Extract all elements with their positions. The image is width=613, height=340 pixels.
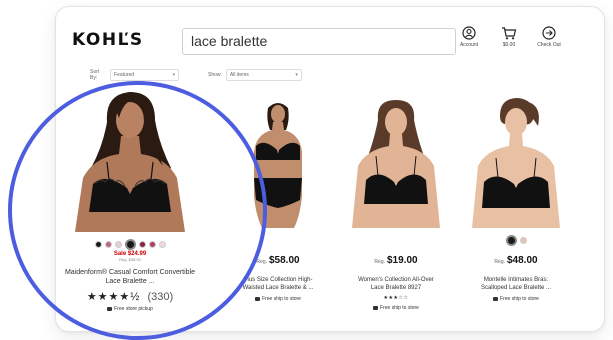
swatch-selected[interactable] <box>505 234 517 246</box>
pickup-text: Free store pickup <box>114 306 153 312</box>
show-label: Show: <box>208 72 222 78</box>
product-rating[interactable]: ★★★★½ (330) <box>55 290 205 303</box>
store-icon <box>373 305 379 310</box>
check-out-label: Check Out <box>537 42 561 48</box>
check-out-button[interactable]: Check Out <box>532 26 566 48</box>
price: $58.00 <box>268 255 300 266</box>
sort-filter: Sort By: Featured ▾ <box>90 68 180 82</box>
check-out-icon <box>542 26 556 40</box>
product-image[interactable] <box>466 96 566 228</box>
rating-stars: ★★★☆☆ <box>383 295 409 301</box>
swatch-5[interactable] <box>138 240 146 248</box>
price-prefix: Reg. <box>256 259 267 265</box>
rating-count: (330) <box>147 291 174 303</box>
price: $48.00 <box>506 255 538 266</box>
kohls-logo[interactable]: KOHĽS <box>72 30 144 50</box>
product-name[interactable]: Women's Collection All-Over Lace Bralett… <box>346 276 446 292</box>
price-row: Reg. $58.00 <box>228 250 328 268</box>
swatch-1[interactable] <box>94 240 102 248</box>
search-input[interactable]: lace bralette <box>182 28 456 55</box>
swatch-2[interactable] <box>104 240 112 248</box>
product-name[interactable]: Plus Size Collection High-Waisted Lace B… <box>228 276 328 292</box>
pickup-text: Free ship to store <box>380 305 419 311</box>
account-button[interactable]: Account <box>452 26 486 48</box>
product-card-featured[interactable]: Sale $24.99 Reg. $38.00 Maidenform® Casu… <box>55 84 205 312</box>
rating-stars: ★★★★½ <box>86 291 141 303</box>
product-rating[interactable]: ★★★☆☆ <box>346 295 446 301</box>
regular-price: Reg. $38.00 <box>119 257 141 262</box>
chevron-down-icon: ▾ <box>172 72 176 78</box>
price: $19.00 <box>386 255 418 266</box>
model-image <box>472 98 560 228</box>
account-icon <box>462 26 476 40</box>
product-card[interactable]: Reg. $19.00 Women's Collection All-Over L… <box>346 96 446 311</box>
color-swatches <box>346 234 446 246</box>
price-prefix: Reg. <box>494 259 505 265</box>
swatch-3[interactable] <box>114 240 122 248</box>
site-header: KOHĽS lace bralette Account $0.00 Check … <box>72 24 597 58</box>
pickup-info: Free ship to store <box>466 296 566 302</box>
show-select[interactable]: All items ▾ <box>225 69 302 81</box>
product-name[interactable]: Montelle Intimates Bras: Scalloped Lace … <box>466 276 566 292</box>
color-swatches <box>228 234 328 246</box>
pickup-text: Free ship to store <box>262 296 301 302</box>
swatch-2[interactable] <box>519 236 527 244</box>
product-image[interactable] <box>346 96 446 228</box>
swatch-6[interactable] <box>148 240 156 248</box>
product-card[interactable]: Reg. $48.00 Montelle Intimates Bras: Scal… <box>466 96 566 302</box>
sort-select[interactable]: Featured ▾ <box>110 69 180 81</box>
swatch-selected[interactable] <box>124 238 136 250</box>
sort-label: Sort By: <box>90 69 100 81</box>
cart-button[interactable]: $0.00 <box>492 26 526 48</box>
model-image <box>352 100 440 228</box>
show-value: All items <box>229 72 249 78</box>
sort-value: Featured <box>114 72 135 78</box>
color-swatches <box>55 238 205 250</box>
cart-total-label: $0.00 <box>502 42 516 48</box>
product-image[interactable] <box>228 96 328 228</box>
pickup-info: Free store pickup <box>55 306 205 312</box>
price-row: Reg. $19.00 <box>346 250 446 268</box>
model-image <box>254 103 302 228</box>
pickup-text: Free ship to store <box>500 296 539 302</box>
model-image <box>75 92 185 232</box>
product-image[interactable] <box>55 84 205 232</box>
pickup-info: Free ship to store <box>228 296 328 302</box>
product-card[interactable]: Reg. $58.00 Plus Size Collection High-Wai… <box>228 96 328 302</box>
store-icon <box>493 296 499 301</box>
color-swatches <box>466 234 566 246</box>
pickup-info: Free ship to store <box>346 305 446 311</box>
show-filter: Show: All items ▾ <box>208 68 302 82</box>
store-icon <box>107 306 113 311</box>
account-label: Account <box>459 42 479 48</box>
price-prefix: Reg. <box>374 259 385 265</box>
store-icon <box>255 296 261 301</box>
cart-icon <box>502 27 517 40</box>
chevron-down-icon: ▾ <box>295 72 298 78</box>
swatch-7[interactable] <box>158 240 166 248</box>
product-name[interactable]: Maidenform® Casual Comfort Convertible L… <box>55 268 205 288</box>
price-row: Reg. $48.00 <box>466 250 566 268</box>
